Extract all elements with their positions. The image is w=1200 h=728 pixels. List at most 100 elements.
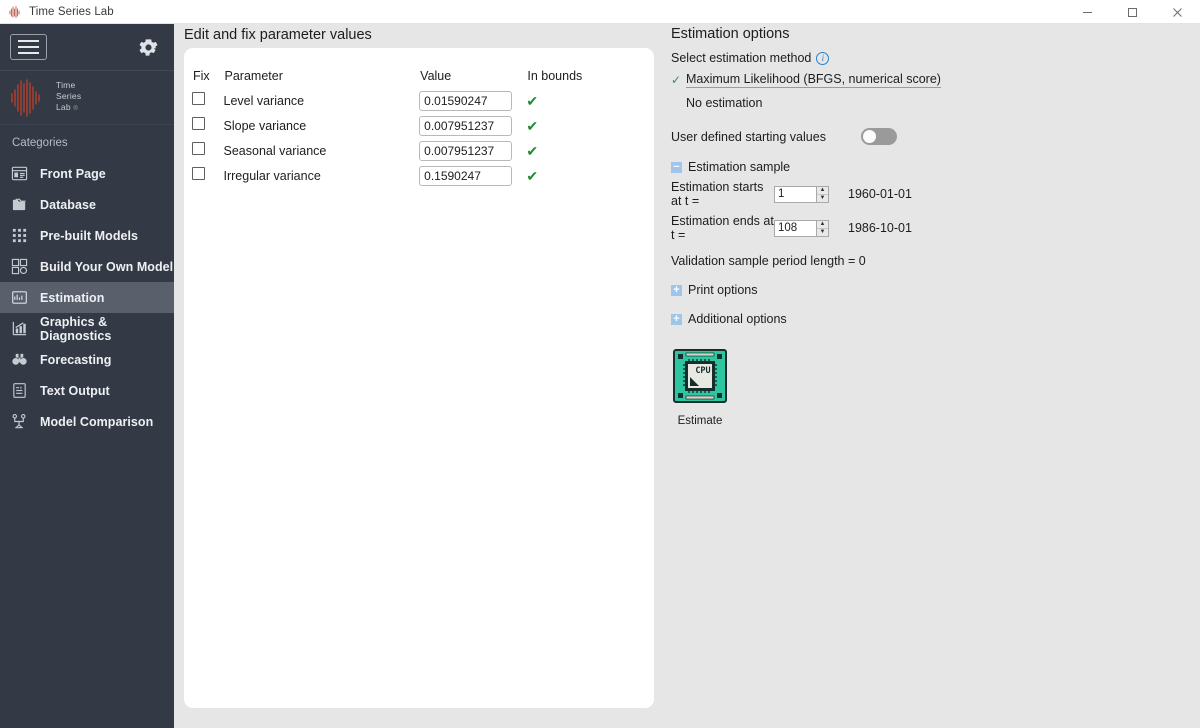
additional-options-expander[interactable]: + Additional options bbox=[671, 312, 1091, 326]
value-cell bbox=[419, 116, 526, 141]
sidebar-item-front-page[interactable]: Front Page bbox=[0, 158, 174, 189]
value-cell bbox=[419, 141, 526, 166]
build-model-icon bbox=[9, 257, 29, 277]
sidebar-item-label: Graphics & Diagnostics bbox=[40, 314, 112, 343]
estimation-start-date: 1960-01-01 bbox=[848, 187, 912, 201]
estimation-options-title: Estimation options bbox=[671, 26, 790, 42]
column-header-in-bounds: In bounds bbox=[527, 69, 583, 83]
user-defined-starting-values-label: User defined starting values bbox=[671, 129, 826, 144]
sidebar-item-database[interactable]: Database bbox=[0, 189, 174, 220]
estimation-end-row: Estimation ends at t = ▲ ▼ 1986-10-01 bbox=[671, 214, 1091, 242]
maximize-button[interactable] bbox=[1110, 0, 1155, 24]
sidebar-header bbox=[0, 24, 174, 71]
in-bounds-indicator: ✔ bbox=[526, 118, 539, 134]
estimation-sample-expander[interactable]: − Estimation sample bbox=[671, 160, 1091, 174]
sidebar-item-text-output[interactable]: Text Output bbox=[0, 375, 174, 406]
print-options-expander[interactable]: + Print options bbox=[671, 283, 1091, 297]
minimize-button[interactable] bbox=[1065, 0, 1110, 24]
sidebar-item-label: Estimation bbox=[40, 290, 105, 305]
sidebar-item-label: Forecasting bbox=[40, 352, 112, 367]
print-options-label: Print options bbox=[688, 283, 758, 297]
value-cell bbox=[419, 91, 526, 116]
expand-icon: + bbox=[671, 284, 682, 296]
front-page-icon bbox=[9, 164, 29, 184]
close-button[interactable] bbox=[1155, 0, 1200, 24]
toggle-knob bbox=[863, 130, 876, 143]
info-icon[interactable]: i bbox=[816, 51, 830, 65]
fix-cell bbox=[192, 91, 224, 116]
column-header-fix: Fix bbox=[193, 69, 210, 83]
estimation-start-label: Estimation starts at t = bbox=[671, 180, 764, 208]
logo-line-3: Lab bbox=[56, 102, 71, 112]
sidebar-item-label: Pre-built Models bbox=[40, 228, 139, 243]
sidebar-item-forecasting[interactable]: Forecasting bbox=[0, 344, 174, 375]
sidebar-item-label: Database bbox=[40, 197, 96, 212]
method-label: Maximum Likelihood (BFGS, numerical scor… bbox=[686, 71, 941, 88]
user-defined-starting-values-toggle[interactable] bbox=[861, 128, 897, 145]
gear-icon[interactable] bbox=[136, 35, 160, 59]
sidebar-item-build-your-own-model[interactable]: Build Your Own Model bbox=[0, 251, 174, 282]
estimation-icon bbox=[9, 288, 29, 308]
logo-line-2: Series bbox=[56, 91, 82, 101]
check-icon: ✓ bbox=[671, 72, 682, 87]
parameters-table: Fix Parameter Value In bounds Level vari… bbox=[192, 68, 592, 191]
cpu-chip-icon[interactable]: CPU bbox=[672, 349, 728, 408]
fix-checkbox-slope-variance[interactable] bbox=[192, 117, 205, 130]
user-defined-starting-values-row: User defined starting values bbox=[671, 128, 1091, 145]
hamburger-menu-button[interactable] bbox=[10, 34, 47, 60]
parameter-name: Irregular variance bbox=[223, 169, 321, 183]
main-content: Edit and fix parameter values Fix Parame… bbox=[174, 24, 1200, 728]
in-bounds-indicator: ✔ bbox=[526, 168, 539, 184]
value-input-level-variance[interactable] bbox=[419, 91, 513, 111]
table-row: Slope variance ✔ bbox=[192, 116, 592, 141]
fix-cell bbox=[192, 116, 224, 141]
value-cell bbox=[419, 166, 526, 191]
svg-text:CPU: CPU bbox=[695, 366, 710, 376]
fix-checkbox-level-variance[interactable] bbox=[192, 92, 205, 105]
sidebar-item-label: Model Comparison bbox=[40, 414, 154, 429]
estimation-end-date: 1986-10-01 bbox=[848, 221, 912, 235]
sidebar-item-estimation[interactable]: Estimation bbox=[0, 282, 174, 313]
estimation-end-spin-buttons[interactable]: ▲ ▼ bbox=[816, 219, 829, 237]
text-output-icon bbox=[9, 381, 29, 401]
estimation-start-spin-buttons[interactable]: ▲ ▼ bbox=[816, 185, 829, 203]
estimate-button-label: Estimate bbox=[677, 415, 723, 427]
parameter-name: Level variance bbox=[223, 94, 305, 108]
estimation-end-input[interactable] bbox=[774, 219, 816, 237]
binoculars-icon bbox=[9, 350, 29, 370]
spin-up-icon[interactable]: ▲ bbox=[817, 187, 828, 195]
additional-options-label: Additional options bbox=[688, 312, 787, 326]
spin-down-icon[interactable]: ▼ bbox=[817, 195, 828, 202]
database-icon bbox=[9, 195, 29, 215]
spin-down-icon[interactable]: ▼ bbox=[817, 229, 828, 236]
sidebar-item-model-comparison[interactable]: Model Comparison bbox=[0, 406, 174, 437]
parameter-name: Seasonal variance bbox=[223, 144, 327, 158]
method-option-maximum-likelihood[interactable]: ✓ Maximum Likelihood (BFGS, numerical sc… bbox=[671, 71, 1091, 88]
fix-cell bbox=[192, 141, 224, 166]
estimation-options-panel: Estimation options Select estimation met… bbox=[671, 26, 1091, 427]
sidebar-item-label: Text Output bbox=[40, 383, 110, 398]
estimate-button[interactable]: CPU Estimate bbox=[671, 348, 729, 427]
value-input-irregular-variance[interactable] bbox=[419, 166, 513, 186]
value-input-slope-variance[interactable] bbox=[419, 116, 513, 136]
estimation-end-stepper[interactable]: ▲ ▼ bbox=[774, 219, 829, 237]
column-header-value: Value bbox=[420, 69, 452, 83]
validation-sample-period-text: Validation sample period length = 0 bbox=[671, 254, 866, 268]
sidebar-item-label: Build Your Own Model bbox=[40, 259, 174, 274]
sidebar-item-graphics-diagnostics[interactable]: Graphics & Diagnostics bbox=[0, 313, 174, 344]
estimation-start-row: Estimation starts at t = ▲ ▼ 1960-01-01 bbox=[671, 180, 1091, 208]
estimation-start-stepper[interactable]: ▲ ▼ bbox=[774, 185, 829, 203]
app-waveform-icon bbox=[8, 5, 22, 19]
spin-up-icon[interactable]: ▲ bbox=[817, 221, 828, 229]
in-bounds-indicator: ✔ bbox=[526, 143, 539, 159]
select-estimation-method-row: Select estimation method i bbox=[671, 51, 1091, 65]
table-row: Irregular variance ✔ bbox=[192, 166, 592, 191]
categories-label: Categories bbox=[12, 137, 68, 149]
estimation-start-input[interactable] bbox=[774, 185, 816, 203]
fix-checkbox-irregular-variance[interactable] bbox=[192, 167, 205, 180]
sidebar-item-pre-built-models[interactable]: Pre-built Models bbox=[0, 220, 174, 251]
estimation-end-label: Estimation ends at t = bbox=[671, 214, 774, 242]
value-input-seasonal-variance[interactable] bbox=[419, 141, 513, 161]
method-option-no-estimation[interactable]: No estimation bbox=[671, 94, 1091, 111]
fix-checkbox-seasonal-variance[interactable] bbox=[192, 142, 205, 155]
